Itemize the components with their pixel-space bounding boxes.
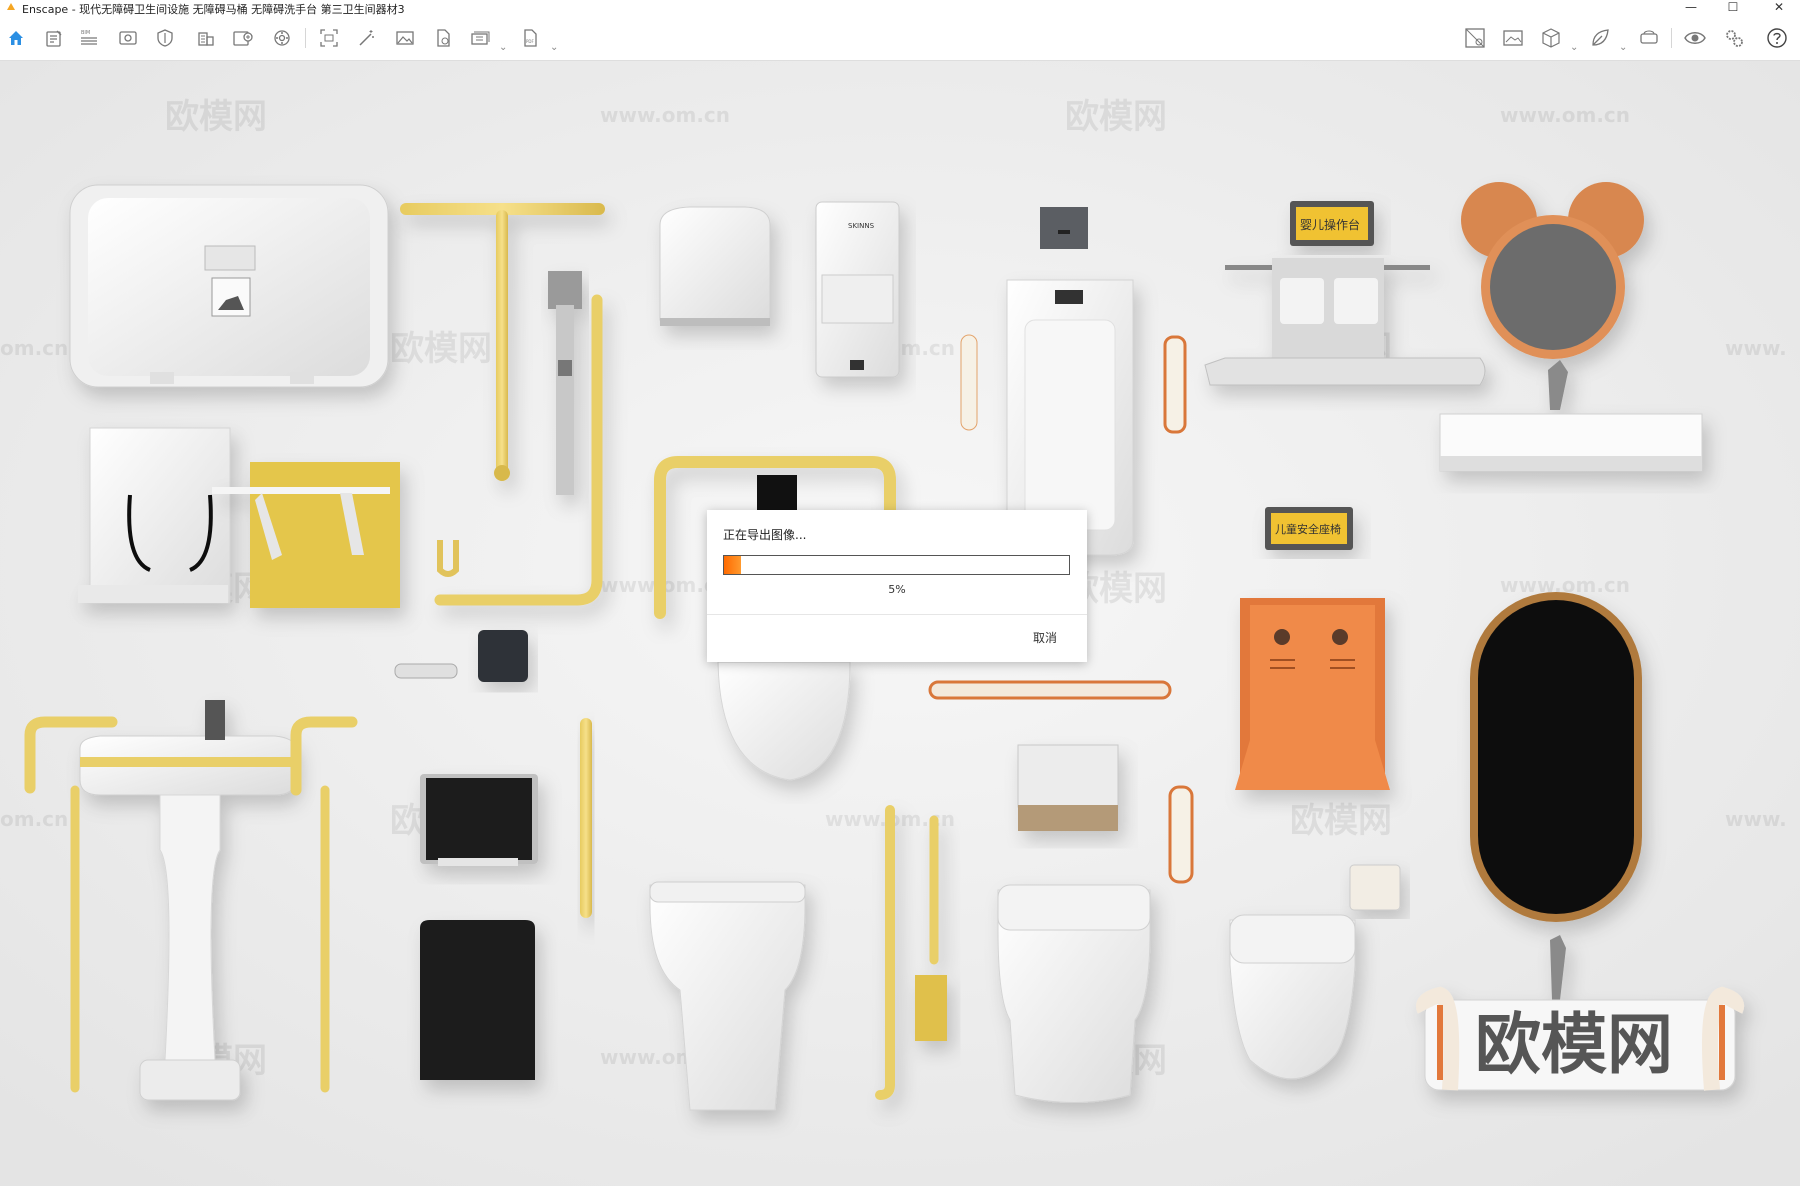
maximize-button[interactable]: ☐	[1718, 0, 1748, 16]
chevron-down-icon[interactable]: ⌄	[1570, 42, 1578, 53]
batch-render-icon[interactable]	[469, 27, 493, 49]
shower-folding-seat	[78, 427, 231, 604]
gears-icon[interactable]	[1722, 27, 1746, 49]
baby-sign: 婴儿操作台	[1290, 201, 1374, 246]
vr-headset-icon[interactable]	[1637, 27, 1661, 49]
add-icon[interactable]	[231, 27, 255, 49]
magic-icon[interactable]	[354, 27, 378, 49]
dialog-divider	[707, 614, 1087, 615]
bim-label: BIM	[81, 30, 90, 36]
close-button[interactable]: ✕	[1764, 0, 1794, 16]
dialog-title: 正在导出图像...	[723, 528, 807, 542]
baby-sign-text: 婴儿操作台	[1300, 217, 1360, 232]
pdf-label: PDF	[526, 39, 534, 44]
watermark-text: 欧模网	[1065, 97, 1167, 137]
progress-percent: 5%	[888, 583, 906, 596]
watermark-text: 欧模网	[390, 329, 492, 369]
enscape-logo-icon	[7, 3, 15, 10]
eye-icon[interactable]	[1683, 27, 1707, 49]
watermark-url: om.cn	[0, 336, 68, 360]
export-file-icon[interactable]	[431, 27, 455, 49]
soap-dish	[394, 663, 458, 679]
watermark-text: 欧模网	[165, 97, 267, 137]
watermark-url: www.om.cn	[1500, 103, 1630, 127]
vertical-grab-bar	[580, 718, 592, 918]
watermark-url: www.	[1725, 336, 1787, 360]
oval-mirror	[1470, 592, 1642, 922]
baby-changing-station	[69, 184, 389, 388]
progress-fill	[724, 556, 742, 574]
leaf-icon[interactable]	[1588, 27, 1612, 49]
cube-icon[interactable]	[1539, 27, 1563, 49]
minimize-button[interactable]: —	[1676, 0, 1706, 16]
notes-icon[interactable]	[42, 27, 66, 49]
child-sign-text: 儿童安全座椅	[1275, 522, 1341, 536]
toolbar: BIM ⌄ PDF ⌄ ⌄ ⌄	[0, 16, 1800, 68]
bim-icon[interactable]: BIM	[78, 27, 102, 49]
paper-dispenser	[478, 630, 528, 682]
small-grab-bar	[1168, 785, 1194, 884]
toolbar-separator	[1671, 28, 1672, 48]
toilet-remote	[1349, 864, 1401, 911]
big-watermark: 欧模网	[1475, 1006, 1673, 1083]
settings-wheel-icon[interactable]	[270, 27, 294, 49]
shield-icon[interactable]	[153, 27, 177, 49]
paper-towel-dispenser	[1017, 744, 1119, 831]
progress-bar	[723, 555, 1070, 575]
chevron-down-icon[interactable]: ⌄	[550, 42, 558, 53]
export-dialog: 正在导出图像... 5% 取消	[707, 510, 1087, 662]
elongated-toilet	[997, 884, 1151, 1103]
child-safety-seat	[1235, 598, 1390, 790]
image-icon[interactable]	[393, 27, 417, 49]
child-seat-sign: 儿童安全座椅	[1265, 507, 1353, 550]
watermark-url: om.cn	[0, 807, 68, 831]
jet-hand-dryer: SKINNS	[815, 201, 900, 378]
chevron-down-icon[interactable]: ⌄	[499, 42, 507, 53]
toolbar-separator	[305, 28, 306, 48]
help-icon[interactable]	[1765, 27, 1789, 49]
window-title: Enscape - 现代无障碍卫生间设施 无障碍马桶 无障碍洗手台 第三卫生间器…	[22, 3, 405, 16]
trash-bin	[420, 920, 535, 1080]
watermark-url: www.om.cn	[600, 103, 730, 127]
watermark-url: www.	[1725, 807, 1787, 831]
building-icon[interactable]	[194, 27, 218, 49]
panorama-export-icon[interactable]: PDF	[519, 27, 543, 49]
capture-icon[interactable]	[317, 27, 341, 49]
horizontal-grab-bar	[928, 680, 1172, 700]
urinal-sensor	[1040, 207, 1088, 249]
flush-button	[757, 475, 797, 510]
dryer-brand: SKINNS	[848, 222, 875, 230]
screenshot-icon[interactable]	[1501, 27, 1525, 49]
small-grab-bar	[960, 334, 978, 431]
wall-dispenser	[420, 774, 538, 866]
watermark-text: 欧模网	[1290, 801, 1392, 841]
chevron-down-icon[interactable]: ⌄	[1619, 42, 1627, 53]
view-icon[interactable]	[116, 27, 140, 49]
title-bar: Enscape - 现代无障碍卫生间设施 无障碍马桶 无障碍洗手台 第三卫生间器…	[0, 0, 1800, 16]
small-grab-bar	[1163, 335, 1187, 434]
hand-dryer	[659, 206, 771, 326]
asset-library-icon[interactable]	[1463, 27, 1487, 49]
home-icon[interactable]	[4, 27, 28, 49]
cancel-button[interactable]: 取消	[1033, 629, 1057, 646]
